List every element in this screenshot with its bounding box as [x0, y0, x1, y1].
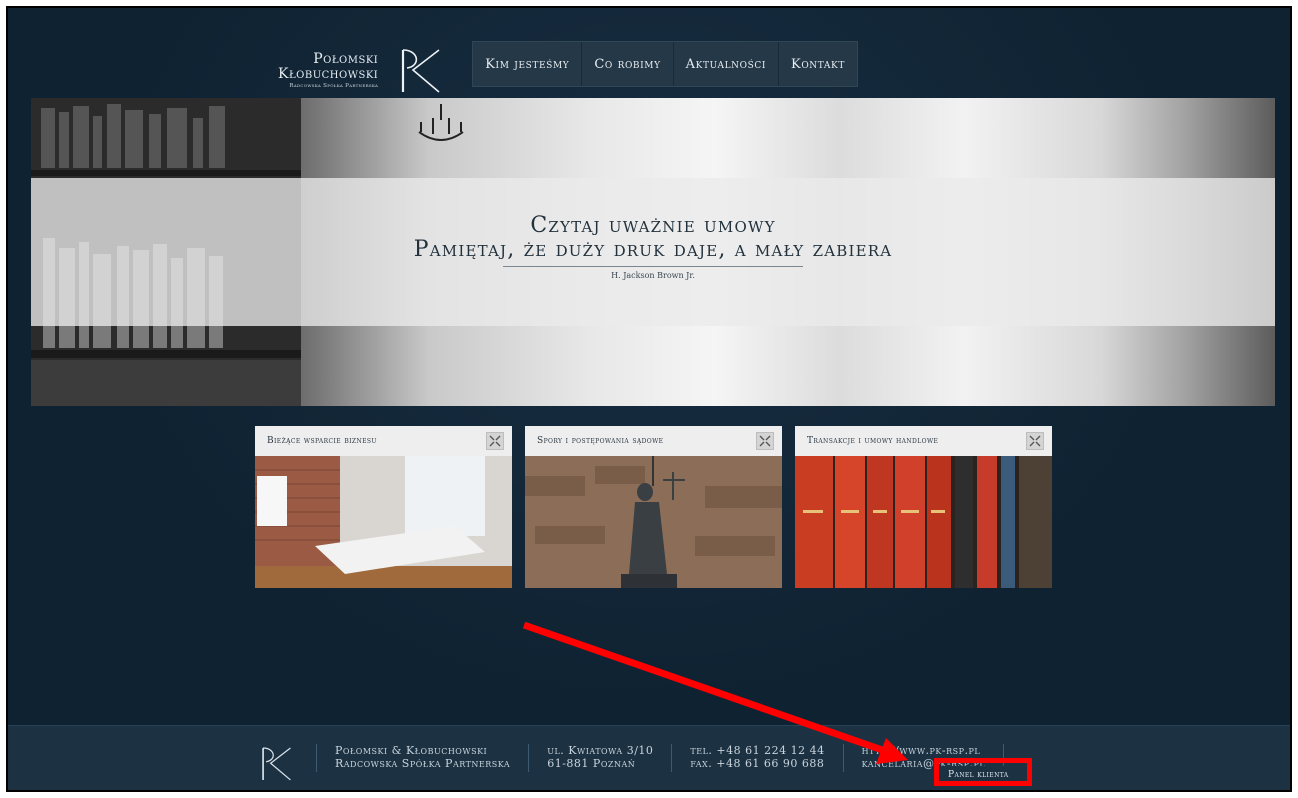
quote-author: H. Jackson Brown Jr. — [611, 270, 695, 280]
footer-website-link[interactable]: http://www.pk-rsp.pl — [862, 744, 986, 757]
header: Połomski Kłobuchowski Radcowska Spółka P… — [278, 38, 858, 104]
pk-monogram-icon[interactable] — [256, 744, 296, 784]
conference-room-photo — [255, 456, 512, 588]
logo-line-2: Kłobuchowski — [278, 65, 379, 82]
footer-firm-line-2: Radcowska Spółka Partnerska — [335, 757, 511, 771]
chandelier-icon — [418, 104, 464, 141]
nav-item-kontakt[interactable]: Kontakt — [779, 42, 857, 86]
card-biezace-wsparcie-biznesu[interactable]: Bieżące wsparcie biznesu — [255, 426, 512, 588]
footer-address-line-1: ul. Kwiatowa 3/10 — [547, 744, 654, 757]
quote-divider — [503, 265, 803, 267]
footer-firm-line-1: Połomski & Kłobuchowski — [335, 744, 488, 757]
nav-item-aktualnosci[interactable]: Aktualności — [674, 42, 780, 86]
quote-line-2: Pamiętaj, że duży druk daje, a mały zabi… — [413, 236, 893, 262]
logo-line-1: Połomski — [313, 50, 379, 67]
logo-text[interactable]: Połomski Kłobuchowski Radcowska Spółka P… — [278, 52, 378, 90]
card-title: Bieżące wsparcie biznesu — [255, 426, 512, 456]
panel-klienta-button[interactable]: Panel klienta — [940, 766, 1017, 784]
lady-justice-photo — [525, 456, 782, 588]
footer-fax: fax. +48 61 66 90 688 — [690, 757, 825, 771]
footer-phones: tel. +48 61 224 12 44 fax. +48 61 66 90 … — [671, 744, 842, 772]
main-nav: Kim jesteśmy Co robimy Aktualności Konta… — [472, 41, 858, 87]
expand-icon[interactable] — [756, 432, 774, 450]
footer: Połomski & Kłobuchowski Radcowska Spółka… — [8, 725, 1290, 790]
page-frame: Połomski Kłobuchowski Radcowska Spółka P… — [6, 6, 1292, 792]
footer-content: Połomski & Kłobuchowski Radcowska Spółka… — [256, 744, 1005, 784]
card-spory-i-postepowania-sadowe[interactable]: Spory i postępowania sądowe — [525, 426, 782, 588]
law-books-photo — [795, 456, 1052, 588]
expand-icon[interactable] — [1026, 432, 1044, 450]
hero-banner: Czytaj uważnie umowy Pamiętaj, że duży d… — [31, 98, 1275, 406]
footer-phone[interactable]: tel. +48 61 224 12 44 — [690, 744, 824, 757]
logo-line-3: Radcowska Spółka Partnerska — [289, 83, 379, 90]
footer-address: ul. Kwiatowa 3/10 61-881 Poznań — [528, 744, 671, 772]
nav-item-kim-jestesmy[interactable]: Kim jesteśmy — [473, 42, 583, 86]
quote-line-1: Czytaj uważnie umowy — [530, 213, 776, 238]
footer-address-line-2: 61-881 Poznań — [547, 757, 636, 771]
footer-firm-name: Połomski & Kłobuchowski Radcowska Spółka… — [316, 744, 528, 772]
expand-icon[interactable] — [486, 432, 504, 450]
card-title: Transakcje i umowy handlowe — [795, 426, 1052, 456]
card-transakcje-i-umowy-handlowe[interactable]: Transakcje i umowy handlowe — [795, 426, 1052, 588]
pk-monogram-icon[interactable] — [392, 43, 448, 99]
practice-areas: Bieżące wsparcie biznesu Spory i postępo… — [255, 426, 1052, 588]
card-title: Spory i postępowania sądowe — [525, 426, 782, 456]
nav-item-co-robimy[interactable]: Co robimy — [582, 42, 674, 86]
hero-quote: Czytaj uważnie umowy Pamiętaj, że duży d… — [31, 214, 1275, 280]
